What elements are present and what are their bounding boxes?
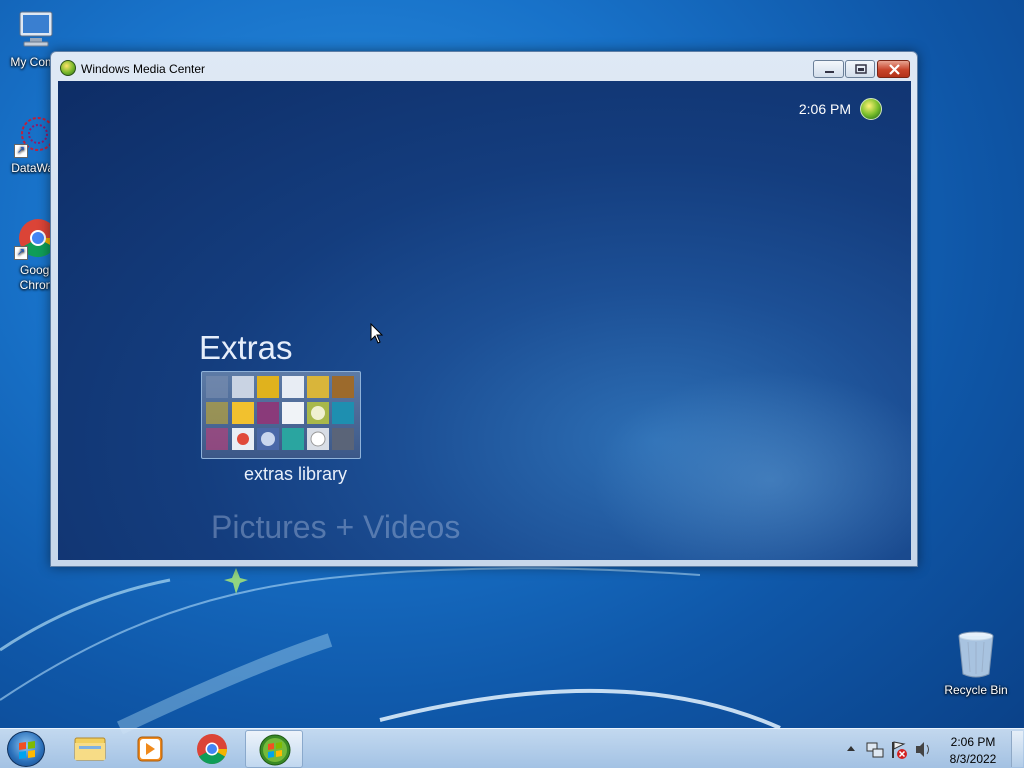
windows-logo-icon	[19, 741, 35, 759]
taskbar-chrome[interactable]	[183, 730, 241, 768]
close-icon	[889, 64, 900, 75]
taskbar-explorer[interactable]	[60, 730, 118, 768]
media-center-window[interactable]: Windows Media Center 2:06 PM Extras extr…	[50, 51, 918, 567]
minimize-button[interactable]	[813, 60, 844, 78]
media-center-icon	[60, 60, 76, 76]
media-center-content[interactable]: 2:06 PM Extras extras library Pictures +…	[58, 81, 911, 560]
taskbar-time: 2:06 PM	[950, 735, 996, 749]
shortcut-arrow-icon: ↗	[14, 144, 28, 158]
computer-icon	[14, 8, 58, 52]
taskbar-clock[interactable]: 2:06 PM 8/3/2022	[938, 734, 1008, 768]
section-title-extras[interactable]: Extras	[199, 329, 293, 367]
taskbar-date: 8/3/2022	[949, 752, 997, 766]
taskbar-media-center[interactable]	[245, 730, 303, 768]
extras-library-label[interactable]: extras library	[244, 464, 347, 485]
network-icon[interactable]	[866, 742, 884, 758]
action-center-icon[interactable]	[892, 741, 907, 759]
recycle-bin-label: Recycle Bin	[944, 683, 1008, 697]
volume-icon[interactable]	[916, 742, 929, 757]
chrome-icon	[197, 734, 227, 765]
restore-button[interactable]	[845, 60, 875, 78]
start-button[interactable]	[7, 731, 45, 767]
media-center-icon	[259, 734, 291, 766]
mouse-pointer-icon	[370, 323, 384, 344]
extras-apps-grid-icon	[206, 376, 354, 450]
show-hidden-icons[interactable]	[847, 746, 855, 751]
minimize-icon	[825, 71, 834, 73]
section-title-pictures-videos[interactable]: Pictures + Videos	[211, 509, 460, 546]
taskbar-media-player[interactable]	[120, 730, 178, 768]
recycle-bin-icon	[958, 631, 994, 678]
media-center-clock: 2:06 PM	[798, 101, 851, 117]
desktop-icon-recycle-bin[interactable]: Recycle Bin	[940, 630, 1012, 697]
system-tray	[847, 741, 929, 759]
window-titlebar[interactable]: Windows Media Center	[51, 52, 917, 82]
background-glow	[591, 370, 911, 560]
extras-library-tile[interactable]	[201, 371, 361, 459]
explorer-icon	[74, 737, 106, 761]
show-desktop-button[interactable]	[1011, 731, 1023, 767]
shortcut-arrow-icon: ↗	[14, 246, 28, 260]
close-button[interactable]	[877, 60, 910, 78]
media-player-icon	[137, 736, 163, 762]
restore-icon	[855, 64, 867, 74]
taskbar: 2:06 PM 8/3/2022	[0, 728, 1024, 768]
start-orb-icon[interactable]	[860, 98, 882, 120]
window-title: Windows Media Center	[81, 62, 206, 76]
